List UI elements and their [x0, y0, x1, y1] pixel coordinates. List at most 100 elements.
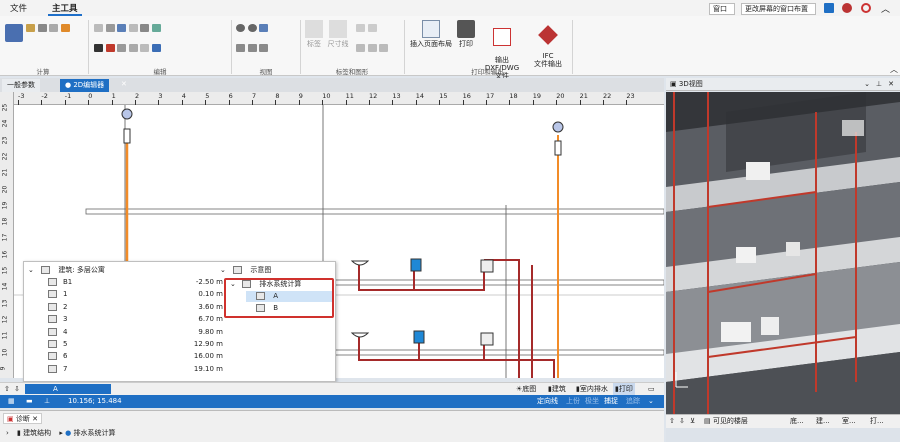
calc-selector[interactable]: A [25, 384, 111, 394]
ruler-left: 25 24 23 22 21 20 19 18 17 16 15 14 13 12 11 10 9 [0, 92, 14, 378]
chevron-right-icon[interactable]: › [6, 429, 9, 437]
snap-toggle[interactable]: 追踪 [626, 395, 640, 408]
arrow-up-icon[interactable]: ⇧ [669, 415, 675, 428]
chat-icon[interactable]: ▭ [648, 383, 655, 395]
upper-toggle[interactable]: 上份 [566, 395, 580, 408]
ruler-y-tick: 12 [1, 315, 9, 324]
chevron-down-icon[interactable]: ⌄ [648, 395, 654, 408]
undo-icon [117, 24, 127, 32]
export-icon [60, 24, 70, 32]
group-view-label: 视图 [259, 68, 273, 76]
label-button[interactable]: 标签 [303, 20, 325, 48]
settings-icon[interactable] [861, 3, 871, 13]
ruler-x-tick: 2 [135, 92, 140, 100]
calc-selector-value: A [53, 385, 58, 393]
indoor-drain-toggle[interactable]: ▮室内排水 [576, 383, 608, 395]
window-icon[interactable] [824, 3, 834, 13]
ruler-y-tick: 19 [1, 201, 9, 210]
ruler-x-tick: 22 [603, 92, 612, 100]
keyboard-icon[interactable]: ▬ [26, 395, 33, 408]
capture-toggle[interactable]: 捕捉 [604, 395, 618, 408]
tree-item-b[interactable]: B [246, 303, 278, 314]
collapse-ribbon-icon[interactable]: ︿ [881, 2, 890, 15]
chevron-down-icon[interactable]: ⌄ [864, 78, 870, 91]
tree-item-a[interactable]: A [246, 291, 332, 302]
floor-row[interactable]: 3 6.70 m [48, 314, 223, 325]
visible-floors-select[interactable]: ▤ 可见的楼层 [704, 415, 748, 428]
view3d-toolbar: ⇧ ⇩ ⊻ ▤ 可见的楼层 底... 建... 室... 打... [666, 414, 900, 428]
def-line-toggle[interactable]: 定向线 [537, 395, 558, 408]
arrow-down-icon[interactable]: ⇩ [14, 383, 20, 395]
floor-row[interactable]: 6 16.00 m [48, 351, 223, 362]
chevron-down-icon[interactable]: ⌄ [230, 280, 236, 288]
tab-2d-editor[interactable]: ● 2D编辑器 [60, 79, 110, 92]
breadcrumb-structure[interactable]: ▮ 建筑结构 [17, 429, 51, 437]
ortho-toggle[interactable]: 极坐 [585, 395, 599, 408]
tab-main-tools[interactable]: 主工具 [48, 2, 82, 16]
floor-row[interactable]: 4 9.80 m [48, 327, 223, 338]
floor-elevation: 9.80 m [198, 327, 223, 336]
printer-icon [457, 20, 475, 38]
zoom-in-icon [236, 24, 245, 32]
close-icon[interactable]: ✕ [888, 78, 894, 91]
floor-name: 3 [63, 315, 68, 324]
insert-page-layout-button[interactable]: 插入页面布局 [407, 20, 455, 48]
floor-row[interactable]: B1 -2.50 m [48, 277, 223, 288]
filter-icon[interactable]: ⊻ [690, 415, 695, 428]
floor-icon [48, 364, 57, 373]
ruler-x-tick: 10 [322, 92, 331, 100]
floor-elevation: 6.70 m [198, 315, 223, 324]
floor-row[interactable]: 7 19.10 m [48, 364, 223, 375]
floor-icon [48, 340, 57, 348]
building-icon: ▮ [17, 429, 21, 437]
chevron-down-icon[interactable]: ⌄ [220, 266, 226, 274]
floor-row[interactable]: 5 12.90 m [48, 339, 223, 350]
floor-row[interactable]: 2 3.60 m [48, 302, 223, 313]
schematic-node[interactable]: ⌄ 示意图 [220, 265, 271, 276]
view3d-build-btn[interactable]: 建... [816, 415, 830, 428]
tab-diagnostics[interactable]: ▣ 诊断 ✕ [3, 413, 42, 424]
building-toggle[interactable]: ▮建筑 [548, 383, 566, 395]
chevron-down-icon[interactable]: ⌄ [28, 266, 34, 274]
floor-row[interactable]: 1 0.10 m [48, 289, 223, 300]
close-tab-icon[interactable]: ✕ [121, 80, 127, 88]
ruler-x-tick: 3 [158, 92, 163, 100]
dimension-button[interactable]: 尺寸线 [326, 20, 350, 48]
print-button[interactable]: 打印 [456, 20, 476, 48]
ruler-y-tick: 21 [1, 168, 9, 177]
layout-select[interactable]: 更改屏幕的窗口布置 [741, 3, 816, 15]
floor-toggle[interactable]: ☀底图 [516, 383, 536, 395]
drain-calc-node[interactable]: ⌄ 排水系统计算 [230, 279, 301, 290]
ruler-x-tick: 17 [486, 92, 495, 100]
building-node[interactable]: ⌄ 建筑: 多层公寓 [28, 265, 105, 276]
view3d-canvas[interactable] [666, 92, 900, 414]
drain-calc-icon [242, 280, 252, 288]
tab-file[interactable]: 文件 [6, 2, 31, 16]
arrow-down-icon[interactable]: ⇩ [679, 415, 685, 428]
grid-icon[interactable]: ▦ [8, 395, 15, 408]
floor-elevation: 0.10 m [198, 290, 223, 299]
floor-name: 5 [63, 340, 68, 348]
abc-icon [356, 24, 365, 32]
calculate-icon[interactable] [5, 24, 23, 42]
ribbon-separator [88, 20, 89, 74]
ruler-y-tick: 20 [1, 185, 9, 193]
arrow-up-icon[interactable]: ⇧ [4, 383, 10, 395]
layers-icon[interactable] [842, 3, 852, 13]
pin-icon[interactable]: ⊥ [44, 395, 50, 408]
window-menu[interactable]: 窗口 [709, 3, 735, 15]
ribbon-collapse-icon[interactable]: ︿ [890, 64, 898, 75]
breadcrumb-drain[interactable]: ▸ ● 排水系统计算 [59, 429, 115, 437]
tab-general-params[interactable]: 一般参数 [2, 79, 40, 92]
label-icon [305, 20, 323, 38]
cloud-icon [117, 44, 127, 52]
view3d-room-btn[interactable]: 室... [842, 415, 856, 428]
export-ifc-button[interactable]: IFC 文件输出 [530, 20, 566, 68]
ruler-x-tick: 9 [298, 92, 303, 100]
print-toggle[interactable]: ▮打印 [613, 383, 635, 395]
pin-icon[interactable]: ⊥ [876, 78, 882, 91]
view3d-print-btn[interactable]: 打... [870, 415, 884, 428]
floor-name: 4 [63, 327, 68, 336]
label-button-text: 标签 [307, 40, 321, 48]
view3d-floor-btn[interactable]: 底... [790, 415, 804, 428]
